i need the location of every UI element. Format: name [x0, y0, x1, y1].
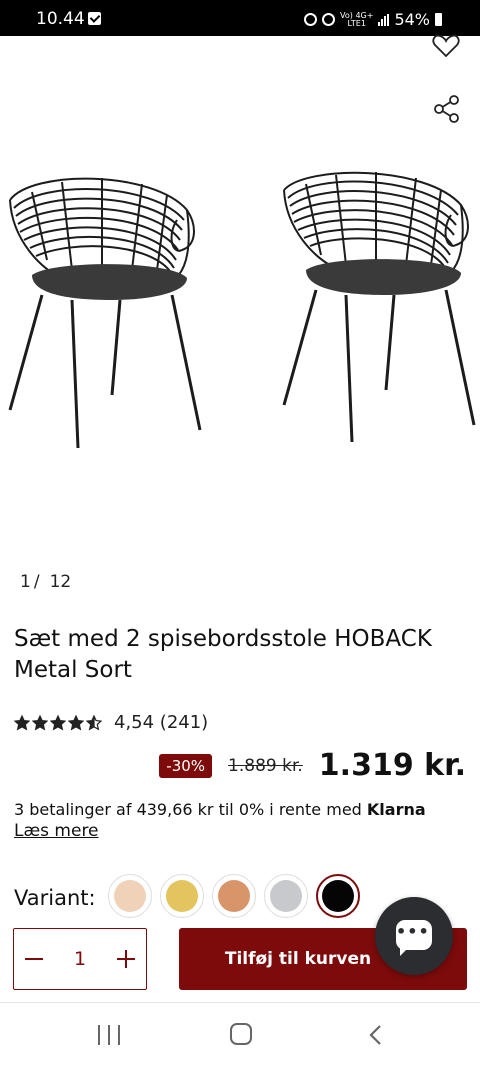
old-price: 1.889 kr. — [228, 755, 303, 776]
alarm-icon — [322, 13, 336, 26]
klarna-brand: Klarna — [366, 800, 426, 819]
pager-total: 12 — [49, 572, 72, 592]
product-image-gallery[interactable] — [0, 160, 480, 460]
star-icon — [32, 714, 48, 730]
status-time: 10.44 — [36, 9, 85, 29]
heart-icon[interactable] — [432, 34, 460, 58]
chair-image-right — [282, 171, 476, 443]
klarna-text: 3 betalinger af 439,66 kr til 0% i rente… — [14, 800, 367, 819]
share-icon[interactable] — [434, 95, 460, 123]
current-price: 1.319 kr. — [318, 748, 466, 783]
star-icon — [68, 714, 84, 730]
read-more-link[interactable]: Læs mere — [14, 821, 99, 841]
variant-label: Variant: — [14, 886, 96, 910]
swatch-color — [270, 880, 302, 912]
status-bar: 10.44 Vo) 4G+ LTE1 54% — [0, 0, 480, 36]
home-icon[interactable] — [230, 1023, 252, 1045]
pager-separator: / — [33, 572, 40, 592]
product-title: Sæt med 2 spisebordsstole HOBACK Metal S… — [14, 626, 432, 683]
rating-text: 4,54 (241) — [114, 712, 209, 733]
quantity-stepper[interactable]: 1 — [13, 928, 147, 990]
price-row: -30% 1.889 kr. 1.319 kr. — [159, 748, 466, 783]
discount-badge: -30% — [159, 753, 213, 778]
swatch-color — [218, 880, 250, 912]
status-icons: Vo) 4G+ LTE1 54% — [304, 10, 442, 29]
variant-swatch-gold[interactable] — [160, 874, 204, 918]
star-icon — [86, 714, 102, 730]
signal-icon — [378, 13, 390, 26]
sync-icon — [304, 13, 318, 26]
plus-icon[interactable] — [112, 945, 140, 973]
battery-percent: 54% — [394, 10, 430, 29]
swatch-color — [114, 880, 146, 912]
variant-swatch-copper[interactable] — [212, 874, 256, 918]
battery-icon — [435, 13, 442, 26]
swatch-color — [322, 880, 354, 912]
product-rating[interactable]: 4,54 (241) — [14, 712, 208, 733]
variant-swatch-silver[interactable] — [264, 874, 308, 918]
image-pager: 1/ 12 — [20, 572, 71, 592]
checkbox-notification-icon — [88, 12, 101, 25]
back-icon[interactable] — [368, 1023, 384, 1047]
variant-swatch-light-pink[interactable] — [108, 874, 152, 918]
star-icon — [14, 714, 30, 730]
network-label: Vo) 4G+ LTE1 — [340, 10, 374, 28]
rating-stars — [14, 714, 102, 731]
variant-swatch-black[interactable] — [316, 874, 360, 918]
pager-current: 1 — [20, 572, 31, 592]
klarna-financing: 3 betalinger af 439,66 kr til 0% i rente… — [14, 800, 426, 819]
chair-image-left — [8, 177, 202, 449]
chat-button[interactable]: •••• — [375, 897, 453, 975]
star-icon — [50, 714, 66, 730]
swatch-color — [166, 880, 198, 912]
chat-icon: •••• — [396, 920, 440, 956]
system-navigation-bar — [0, 1003, 480, 1067]
recent-apps-icon[interactable] — [98, 1025, 120, 1045]
